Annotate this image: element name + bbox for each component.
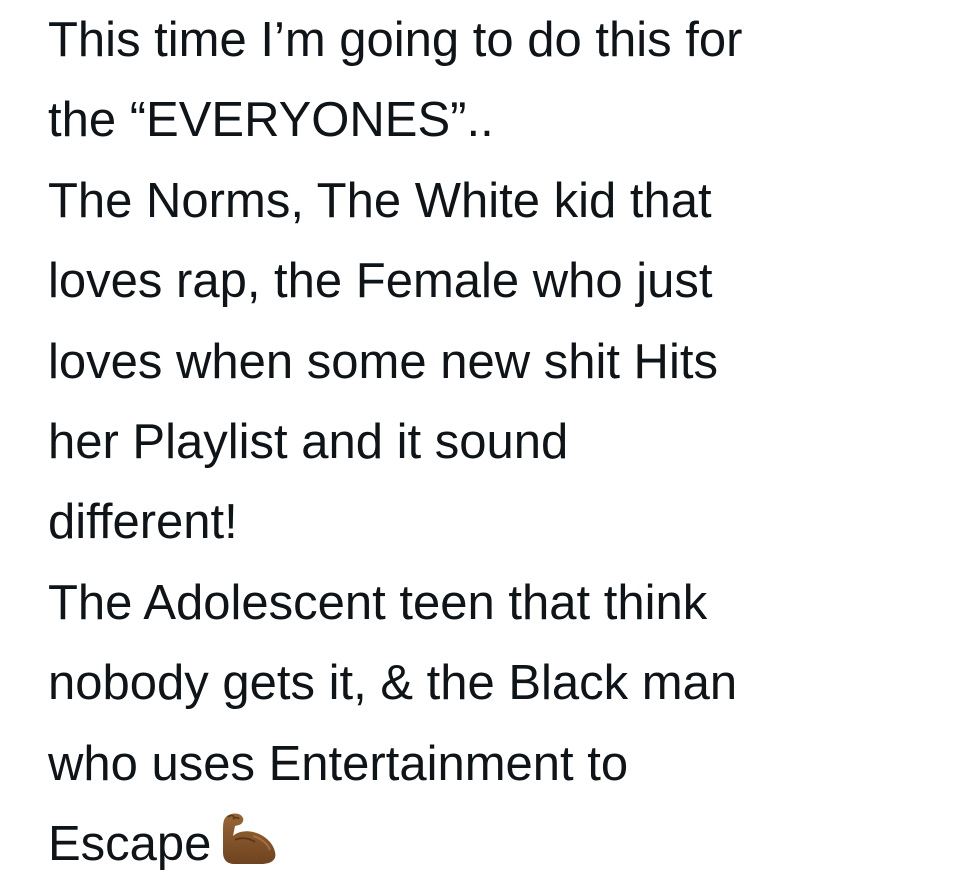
tweet-line-11: Escape [48, 804, 938, 884]
tweet-line-11-text: Escape [48, 816, 212, 871]
tweet-line-10: who uses Entertainment to [48, 736, 629, 791]
tweet-line-7: different! [48, 495, 238, 550]
tweet-line-6: her Playlist and it sound [48, 414, 569, 469]
tweet-text: This time I’m going to do this for the “… [48, 0, 938, 884]
tweet-line-1: This time I’m going to do this for [48, 13, 743, 67]
tweet-line-5: loves when some new shit Hits [48, 334, 718, 389]
tweet-line-9: nobody gets it, & the Black man [48, 656, 738, 711]
flexed-biceps-icon [213, 810, 281, 866]
tweet-line-2: the “EVERYONES”.. [48, 93, 494, 148]
tweet-line-8: The Adolescent teen that think [48, 575, 708, 630]
tweet-line-3: The Norms, The White kid that [48, 173, 712, 228]
tweet-line-4: loves rap, the Female who just [48, 254, 713, 309]
